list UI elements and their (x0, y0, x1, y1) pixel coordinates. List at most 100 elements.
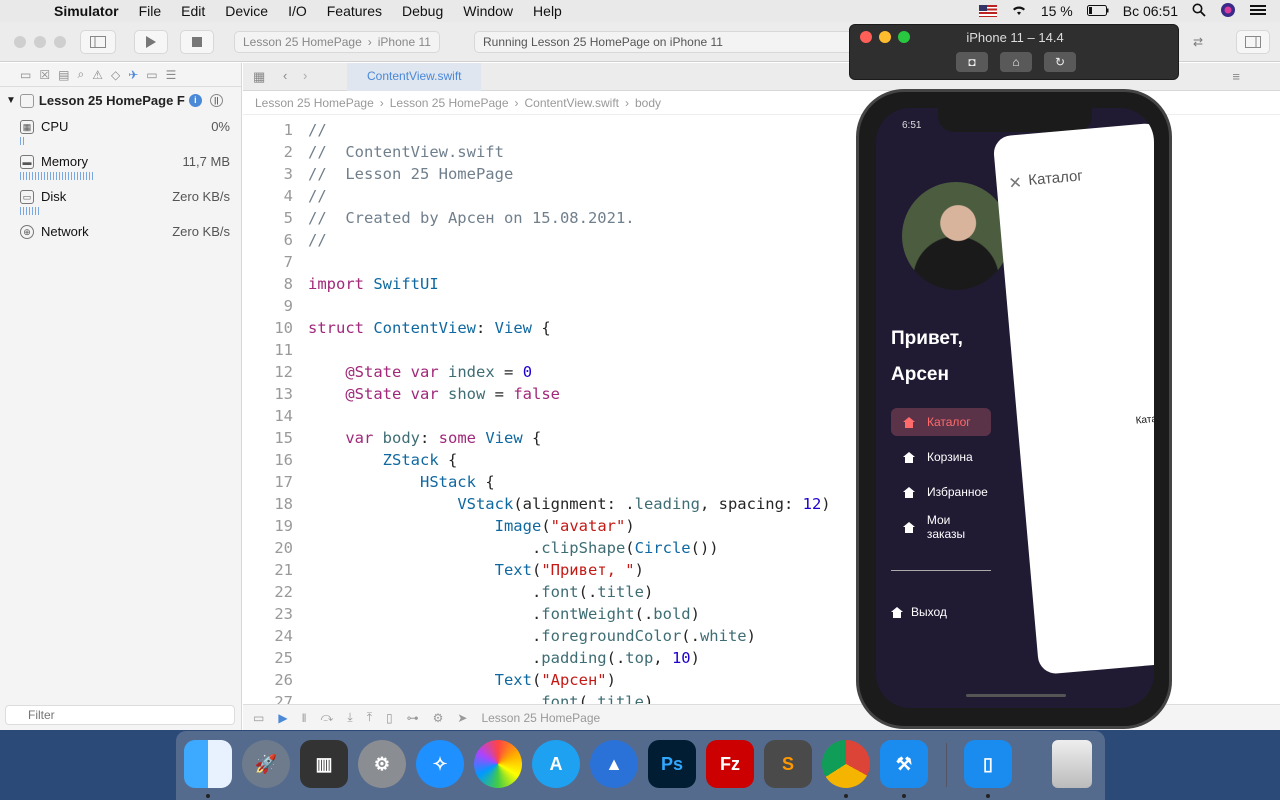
menu-app-name[interactable]: Simulator (44, 3, 129, 19)
sublime-text-icon[interactable]: S (764, 740, 812, 788)
logout-button[interactable]: Выход (891, 598, 991, 626)
app-store-icon[interactable]: A (532, 740, 580, 788)
instruments-icon[interactable]: ▲ (590, 740, 638, 788)
safari-icon[interactable]: ✧ (416, 740, 464, 788)
stop-button[interactable] (180, 30, 214, 54)
launchpad-icon[interactable]: 🚀 (242, 740, 290, 788)
location-icon[interactable]: ➤ (457, 711, 467, 725)
window-close-button[interactable] (14, 36, 26, 48)
xcode-icon[interactable]: ⚒ (880, 740, 928, 788)
window-zoom-button[interactable] (54, 36, 66, 48)
menu-item-cart[interactable]: Корзина (891, 443, 991, 471)
spotlight-search-icon[interactable] (1192, 3, 1206, 20)
menu-item-favorites[interactable]: Избранное (891, 478, 991, 506)
menu-io[interactable]: I/O (278, 3, 317, 19)
tab-contentview-swift[interactable]: ContentView.swift (347, 63, 481, 91)
menu-device[interactable]: Device (215, 3, 278, 19)
battery-icon[interactable] (1086, 3, 1109, 19)
source-control-icon[interactable]: ☒ (39, 68, 50, 82)
filezilla-icon[interactable]: Fz (706, 740, 754, 788)
menu-edit[interactable]: Edit (171, 3, 215, 19)
iphone-screen[interactable]: 6:51 Привет, Арсен Каталог Корзина Избра… (876, 108, 1154, 708)
home-icon[interactable]: ⌂ (1000, 52, 1032, 72)
chrome-icon[interactable] (822, 740, 870, 788)
input-source-flag-icon[interactable] (978, 5, 997, 17)
menu-clock[interactable]: Вс 06:51 (1123, 3, 1178, 19)
symbol-icon[interactable]: ▤ (58, 68, 69, 82)
close-icon[interactable]: ✕ (1008, 173, 1023, 194)
memory-graph-icon[interactable]: ⊶ (407, 711, 419, 725)
gauge-network[interactable]: ⊕ Network Zero KB/s (20, 224, 230, 254)
home-indicator[interactable] (966, 694, 1066, 697)
scheme-project[interactable]: Lesson 25 HomePage (243, 35, 362, 49)
avatar (902, 182, 1010, 290)
navigator-filter-input[interactable] (5, 705, 235, 725)
main-content-card[interactable]: ✕ Каталог Каталог (992, 122, 1154, 675)
step-out-icon[interactable]: ⤒ (367, 710, 372, 725)
photos-icon[interactable] (474, 740, 522, 788)
hide-debug-area-icon[interactable]: ▭ (253, 711, 264, 725)
breakpoint-icon[interactable]: ▭ (146, 68, 157, 82)
gauge-cpu[interactable]: ▦ CPU 0% (20, 119, 230, 149)
sidebar-icon (90, 36, 106, 48)
jump-bar-symbol[interactable]: body (635, 96, 661, 110)
menu-file[interactable]: File (129, 3, 172, 19)
code-review-button[interactable]: ⇄ (1180, 30, 1216, 54)
system-preferences-icon[interactable]: ⚙ (358, 740, 406, 788)
jump-bar-folder[interactable]: Lesson 25 HomePage (390, 96, 509, 110)
info-icon[interactable]: i (188, 94, 202, 107)
scheme-device[interactable]: iPhone 11 (378, 35, 431, 49)
issue-icon[interactable]: ⚠ (92, 68, 103, 82)
find-icon[interactable]: ⌕ (77, 67, 84, 82)
finder-icon[interactable] (184, 740, 232, 788)
code-text: HStack { (419, 473, 495, 491)
activity-monitor-icon[interactable]: ▥ (300, 740, 348, 788)
simulator-icon[interactable]: ▯ (964, 740, 1012, 788)
menu-item-catalog[interactable]: Каталог (891, 408, 991, 436)
jump-bar-file[interactable]: ContentView.swift (525, 96, 620, 110)
step-into-icon[interactable]: ⤓ (347, 710, 352, 725)
pause-icon[interactable]: ‖ (302, 711, 307, 725)
toggle-inspector-button[interactable] (1236, 30, 1270, 54)
breakpoints-toggle-icon[interactable]: ▶ (278, 711, 287, 725)
disclosure-triangle-icon[interactable]: ▼ (6, 95, 16, 106)
folder-icon[interactable]: ▭ (20, 68, 31, 82)
pause-icon[interactable]: || (209, 94, 223, 107)
gauge-memory[interactable]: ▬ Memory 11,7 MB (20, 154, 230, 184)
toggle-navigator-button[interactable] (80, 30, 116, 54)
run-button[interactable] (134, 30, 168, 54)
memory-icon: ▬ (20, 155, 34, 169)
report-icon[interactable]: ☰ (166, 68, 177, 82)
menu-features[interactable]: Features (317, 3, 392, 19)
gauge-value: Zero KB/s (172, 189, 230, 204)
trash-icon[interactable] (1052, 740, 1092, 788)
step-over-icon[interactable]: ⤼ (321, 710, 334, 725)
code-text: Image("avatar") (494, 517, 635, 535)
card-title: Каталог (1027, 167, 1084, 190)
menu-debug[interactable]: Debug (392, 3, 453, 19)
screenshot-camera-icon[interactable]: ◘ (956, 52, 988, 72)
editor-options-icon[interactable]: ≡ (1232, 69, 1240, 84)
test-icon[interactable]: ◇ (111, 68, 120, 82)
window-minimize-button[interactable] (34, 36, 46, 48)
jump-bar-project[interactable]: Lesson 25 HomePage (255, 96, 374, 110)
photoshop-icon[interactable]: Ps (648, 740, 696, 788)
gauge-disk[interactable]: ▭ Disk Zero KB/s (20, 189, 230, 219)
environment-overrides-icon[interactable]: ⚙ (433, 711, 444, 725)
wifi-icon[interactable] (1011, 3, 1027, 19)
battery-percent[interactable]: 15 % (1041, 3, 1073, 19)
scheme-selector[interactable]: Lesson 25 HomePage › iPhone 11 (234, 31, 440, 53)
rotate-icon[interactable]: ↻ (1044, 52, 1076, 72)
forward-arrow-icon[interactable]: › (303, 68, 307, 83)
grid-icon[interactable]: ▦ (253, 69, 265, 85)
line-number: 13 (274, 385, 293, 403)
project-row[interactable]: ▼ Lesson 25 HomePage F i || (6, 93, 236, 108)
menu-item-orders[interactable]: Мои заказы (891, 513, 991, 541)
control-center-icon[interactable] (1250, 3, 1266, 19)
debug-icon[interactable]: ✈ (128, 68, 138, 82)
back-arrow-icon[interactable]: ‹ (283, 68, 287, 83)
siri-icon[interactable] (1220, 2, 1236, 21)
menu-window[interactable]: Window (453, 3, 523, 19)
view-hierarchy-icon[interactable]: ▯ (386, 711, 393, 725)
menu-help[interactable]: Help (523, 3, 572, 19)
